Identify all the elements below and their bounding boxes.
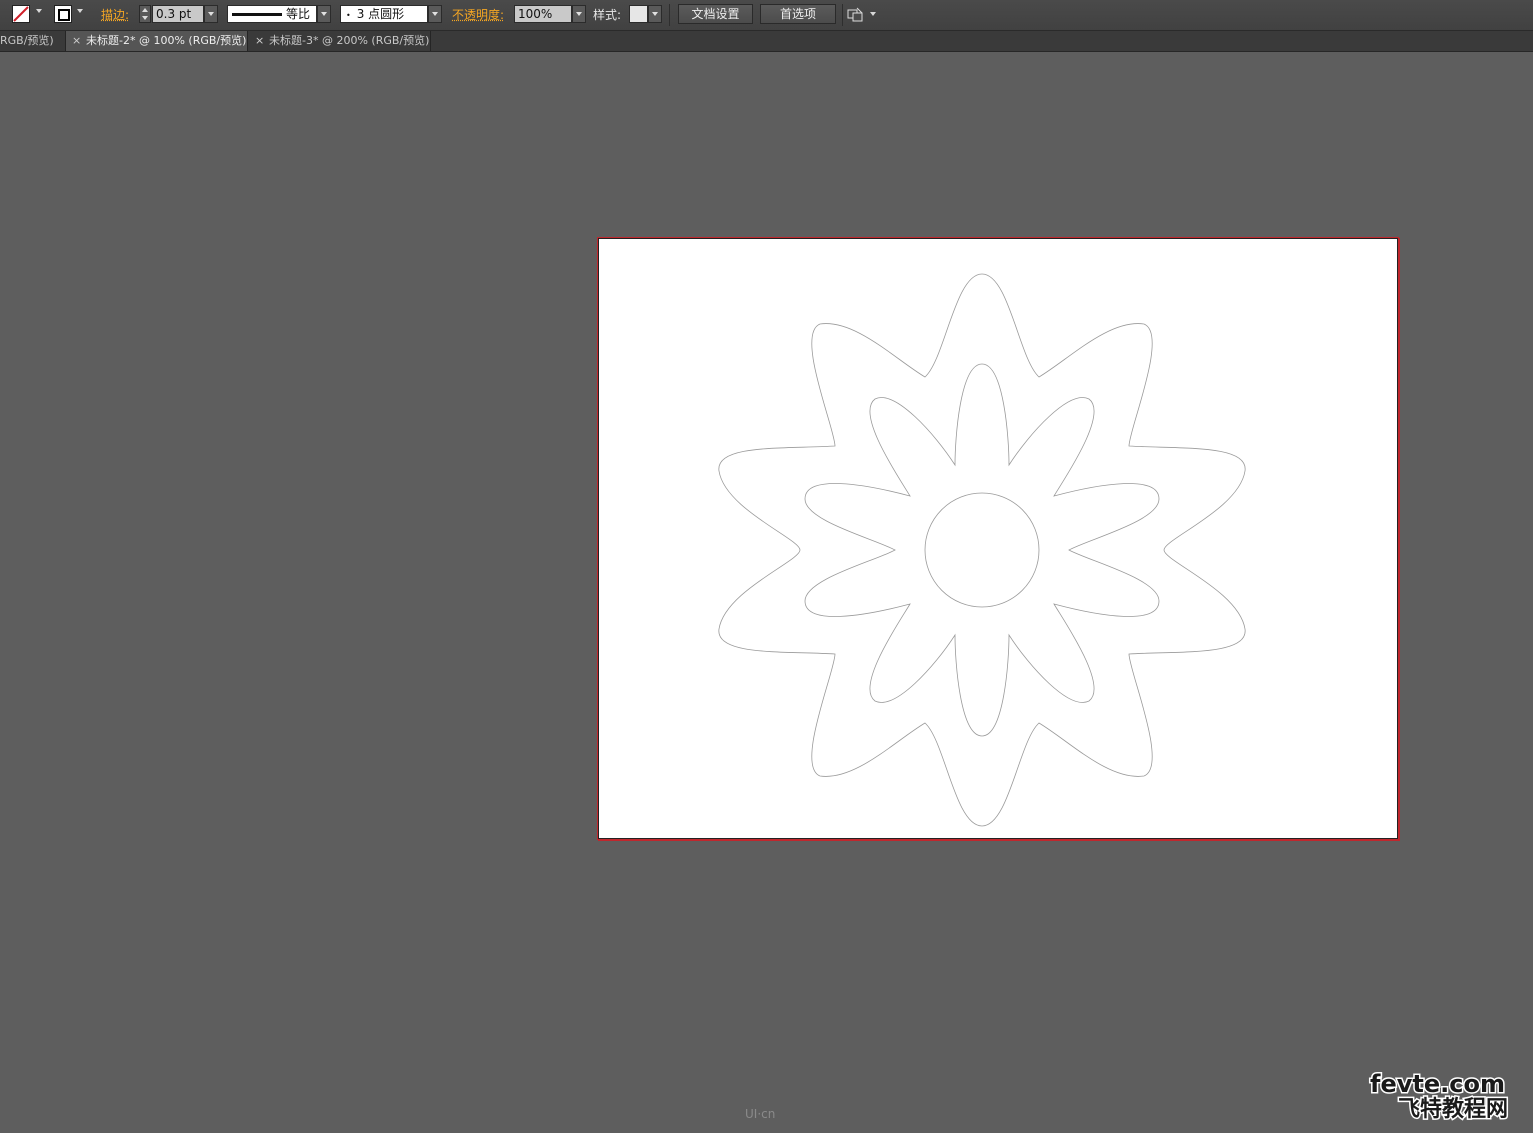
arrange-dropdown-icon[interactable]	[870, 12, 876, 16]
graphic-style-swatch[interactable]	[629, 5, 648, 23]
none-fill-swatch-icon	[13, 6, 29, 22]
inner-petal-shape[interactable]	[804, 363, 1160, 737]
opacity-label[interactable]: 不透明度:	[452, 7, 504, 23]
fevte-watermark-logo: fevte.com 飞特教程网	[1369, 1070, 1510, 1122]
stroke-swatch-dropdown-icon[interactable]	[77, 9, 83, 13]
graphic-style-dropdown[interactable]	[648, 5, 662, 23]
tab-untitled-2[interactable]: × 未标题-2* @ 100% (RGB/预览)	[66, 31, 248, 51]
brush-dropdown[interactable]	[428, 5, 442, 23]
stroke-weight-stepper[interactable]	[139, 5, 151, 23]
stroke-swatch-icon[interactable]	[54, 5, 72, 23]
opacity-dropdown[interactable]	[572, 5, 586, 23]
uicn-watermark: UI·cn	[745, 1107, 776, 1121]
stroke-weight-input[interactable]: 0.3 pt	[152, 5, 204, 23]
close-icon[interactable]: ×	[255, 31, 265, 51]
fevte-watermark-bottom: 飞特教程网	[1398, 1096, 1508, 1122]
tab-label: 未标题-2* @ 100% (RGB/预览)	[86, 34, 247, 47]
brush-definition-select[interactable]: • 3 点圆形	[340, 5, 428, 23]
brush-dot-icon: •	[346, 11, 351, 20]
fill-dropdown-icon[interactable]	[36, 9, 42, 13]
stroke-label[interactable]: 描边:	[101, 7, 129, 23]
center-circle-shape[interactable]	[924, 492, 1040, 608]
toolbar-separator	[669, 4, 670, 26]
flower-artwork[interactable]	[599, 239, 1399, 840]
brush-label: 3 点圆形	[356, 7, 405, 21]
tab-label: RGB/预览)	[0, 34, 54, 47]
opacity-input[interactable]: 100%	[514, 5, 572, 23]
artboard[interactable]	[598, 238, 1398, 839]
preferences-button[interactable]: 首选项	[760, 4, 836, 24]
tab-untitled-3[interactable]: × 未标题-3* @ 200% (RGB/预览)	[249, 31, 431, 51]
document-setup-button[interactable]: 文档设置	[678, 4, 753, 24]
control-bar: 描边: 0.3 pt 等比 • 3 点圆形 不透明度: 100% 样式: 文档设置…	[0, 0, 1533, 31]
arrange-documents-icon[interactable]	[847, 7, 865, 23]
fevte-watermark-top: fevte.com	[1370, 1070, 1505, 1098]
stroke-weight-dropdown[interactable]	[204, 5, 218, 23]
profile-dropdown[interactable]	[317, 5, 331, 23]
variable-width-profile-select[interactable]: 等比	[227, 5, 317, 23]
outer-star-shape[interactable]	[718, 273, 1246, 827]
style-label: 样式:	[593, 8, 622, 22]
close-icon[interactable]: ×	[72, 31, 82, 51]
toolbar-separator	[842, 4, 843, 26]
profile-label: 等比	[286, 7, 311, 21]
document-tab-bar: RGB/预览) × 未标题-2* @ 100% (RGB/预览) × 未标题-3* …	[0, 31, 1533, 52]
tab-document-1[interactable]: RGB/预览)	[0, 31, 66, 51]
stroke-profile-line-icon	[232, 13, 282, 16]
tab-label: 未标题-3* @ 200% (RGB/预览)	[269, 34, 430, 47]
fill-swatch-button[interactable]	[12, 5, 30, 23]
